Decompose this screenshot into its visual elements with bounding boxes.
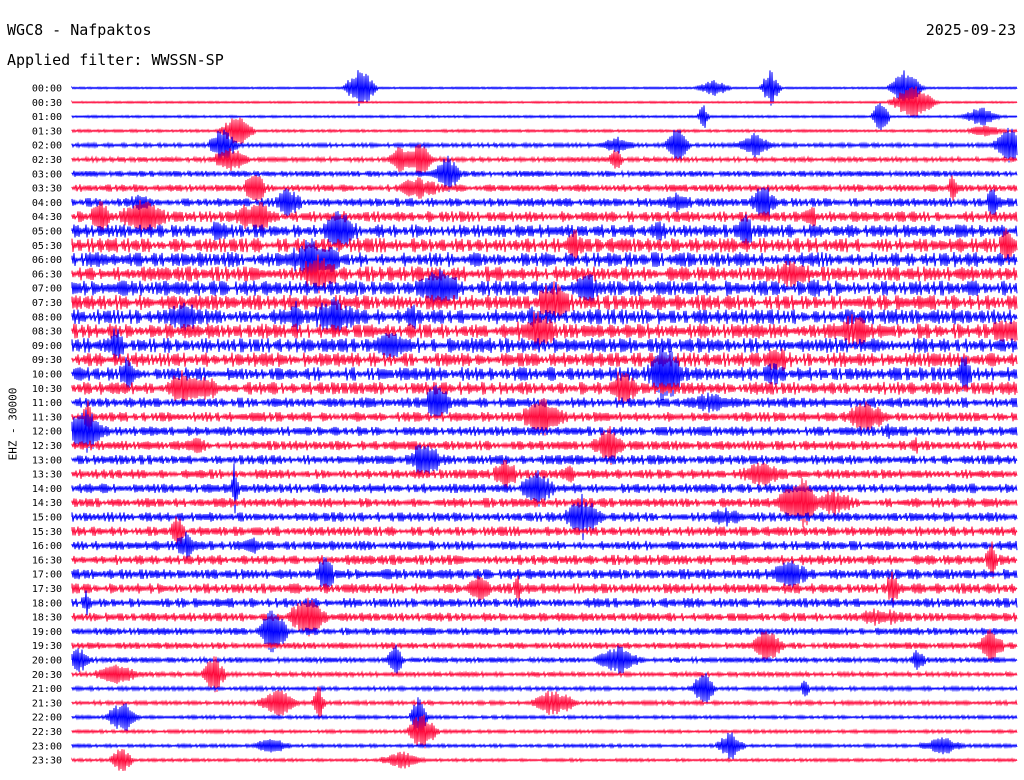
row-label: 05:00 [32, 227, 62, 238]
row-label: 16:00 [32, 541, 62, 552]
trace-row [71, 714, 1018, 749]
trace-row [71, 174, 1018, 202]
row-label: 19:00 [32, 627, 62, 638]
row-label: 17:00 [32, 570, 62, 581]
row-label: 06:00 [32, 255, 62, 266]
row-label: 00:30 [32, 98, 62, 109]
trace-row [71, 590, 1018, 616]
row-label: 14:00 [32, 484, 62, 495]
trace-row [71, 103, 1018, 131]
row-label: 01:30 [32, 126, 62, 137]
trace-row [71, 516, 1018, 547]
row-label: 16:30 [32, 555, 62, 566]
row-label: 02:00 [32, 141, 62, 152]
row-label: 05:30 [32, 241, 62, 252]
row-label: 22:00 [32, 713, 62, 724]
trace-row [71, 732, 1018, 760]
row-label-group: 00:00 00:30 01:00 01:30 02:00 02:30 03:00 03:30… [32, 84, 62, 767]
row-label: 00:00 [32, 84, 62, 95]
row-label: 11:00 [32, 398, 62, 409]
row-label: 14:30 [32, 498, 62, 509]
trace-row [71, 686, 1018, 720]
row-label: 04:30 [32, 212, 62, 223]
row-label: 17:30 [32, 584, 62, 595]
row-label: 06:30 [32, 269, 62, 280]
row-label: 10:00 [32, 370, 62, 381]
trace-group [71, 70, 1018, 772]
row-label: 23:00 [32, 741, 62, 752]
row-label: 07:00 [32, 284, 62, 295]
row-label: 18:30 [32, 613, 62, 624]
trace-row [71, 70, 1018, 106]
row-label: 13:30 [32, 470, 62, 481]
row-label: 15:00 [32, 513, 62, 524]
row-label: 08:30 [32, 327, 62, 338]
row-label: 21:30 [32, 698, 62, 709]
trace-row [71, 531, 1018, 560]
row-label: 09:00 [32, 341, 62, 352]
row-label: 10:30 [32, 384, 62, 395]
row-label: 20:30 [32, 670, 62, 681]
row-label: 19:30 [32, 641, 62, 652]
row-label: 03:00 [32, 169, 62, 180]
row-label: 15:30 [32, 527, 62, 538]
row-label: 22:30 [32, 727, 62, 738]
row-label: 21:00 [32, 684, 62, 695]
row-label: 18:00 [32, 598, 62, 609]
row-label: 07:30 [32, 298, 62, 309]
row-label: 09:30 [32, 355, 62, 366]
row-label: 01:00 [32, 112, 62, 123]
row-label: 02:30 [32, 155, 62, 166]
helicorder-plot: 00:00 00:30 01:00 01:30 02:00 02:30 03:00 03:30… [32, 70, 1018, 772]
trace-row [71, 749, 1018, 772]
trace-row [71, 144, 1018, 175]
row-label: 12:30 [32, 441, 62, 452]
row-label: 04:00 [32, 198, 62, 209]
row-label: 23:30 [32, 756, 62, 767]
row-label: 11:30 [32, 412, 62, 423]
row-label: 03:30 [32, 184, 62, 195]
row-label: 12:00 [32, 427, 62, 438]
row-label: 08:00 [32, 312, 62, 323]
row-label: 20:00 [32, 656, 62, 667]
row-label: 13:00 [32, 455, 62, 466]
